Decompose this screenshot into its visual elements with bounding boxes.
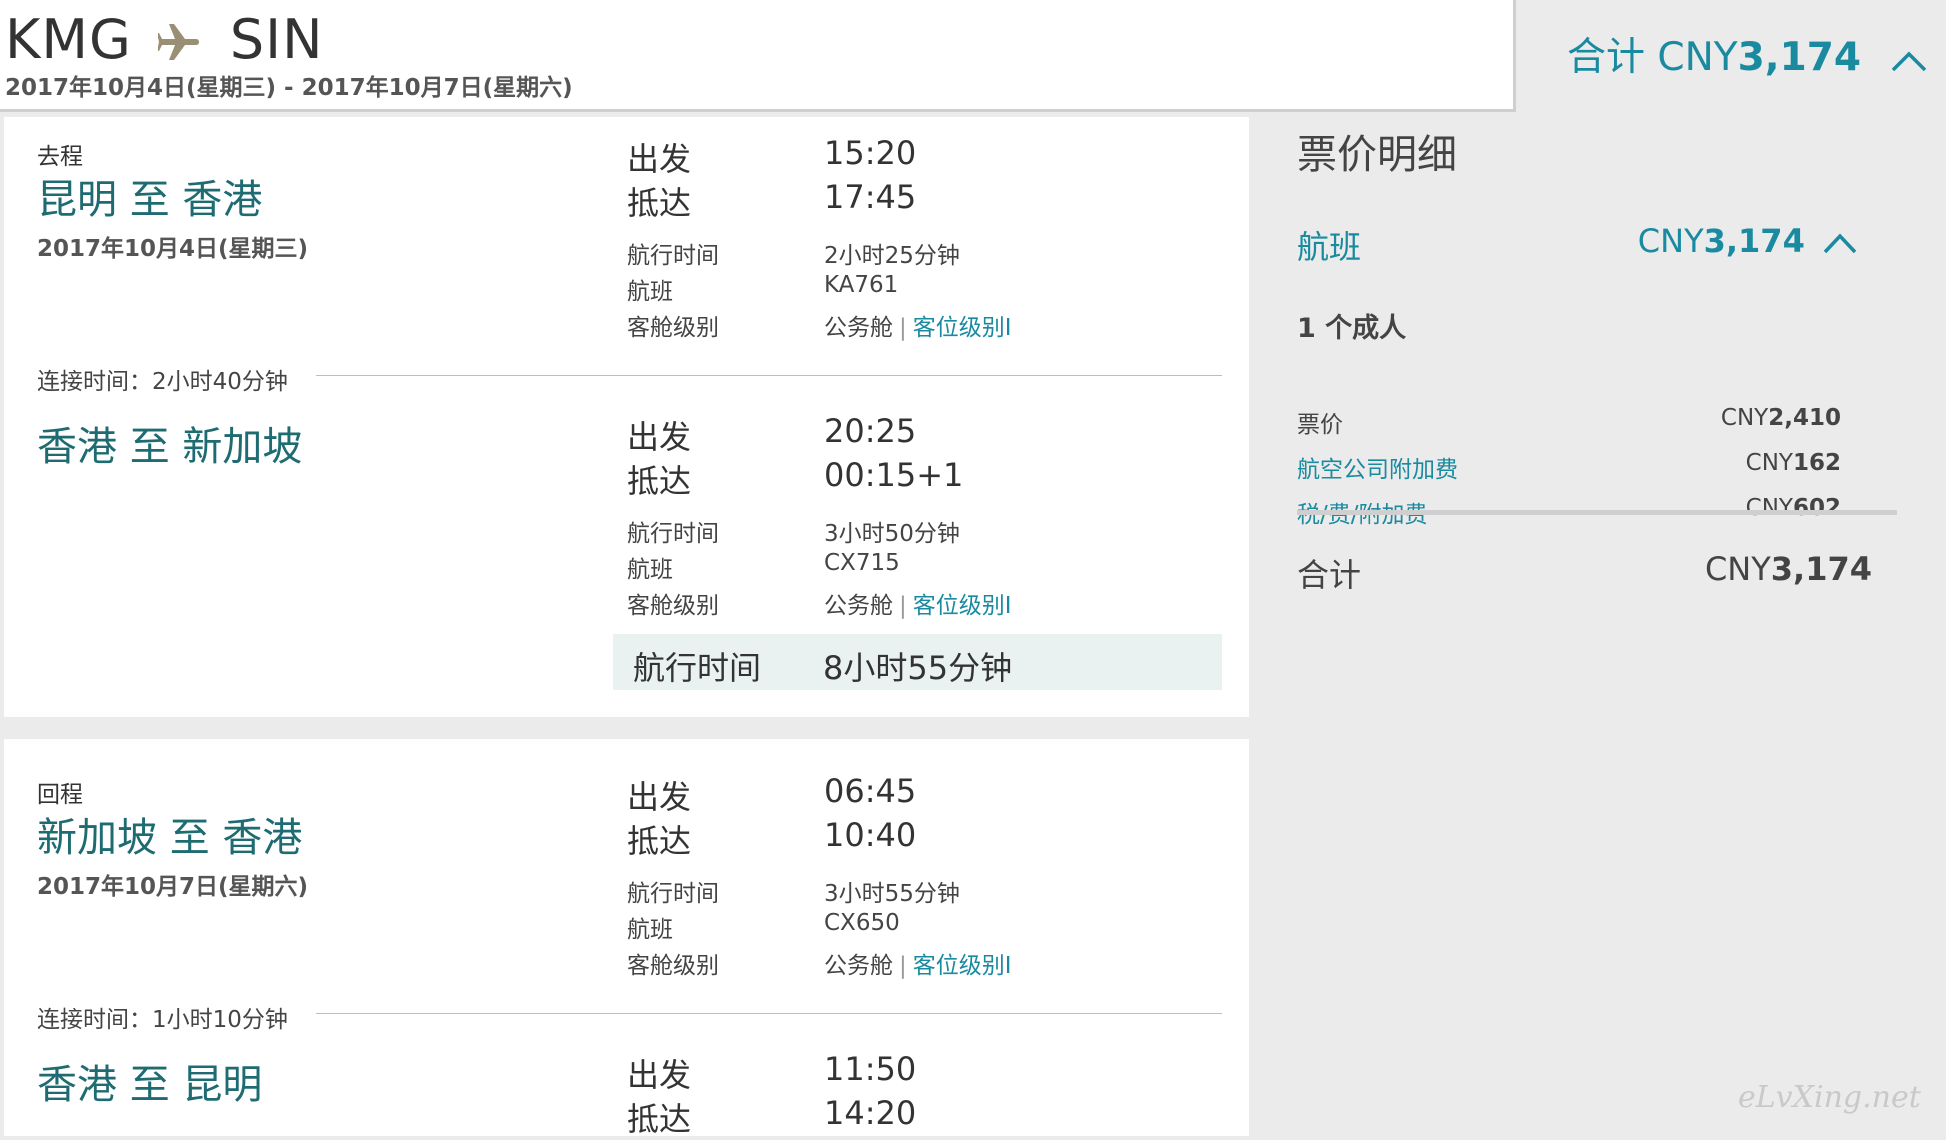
segment-route: 香港 至 昆明 — [37, 1062, 263, 1108]
depart-label: 出发 — [627, 418, 692, 456]
connection-divider — [316, 1013, 1222, 1014]
airplane-icon — [156, 12, 202, 75]
trip-header: KMG SIN 2017年10月4日(星期三) - 2017年10月7日(星期六) — [0, 0, 1516, 112]
cabin-class: 公务舱 — [824, 315, 893, 341]
segment-route: 昆明 至 香港 — [37, 177, 263, 223]
segment-date: 2017年10月7日(星期六) — [37, 874, 309, 900]
outbound-card: 去程 昆明 至 香港 2017年10月4日(星期三) 出发 15:20 抵达 1… — [4, 117, 1249, 717]
chevron-up-icon — [1891, 37, 1927, 82]
price-breakdown-title: 票价明细 — [1297, 132, 1457, 178]
arrive-label: 抵达 — [627, 822, 692, 860]
fee-row-fare: 票价 CNY2,410 — [1297, 405, 1857, 438]
total-duration-label: 航行时间 — [633, 649, 762, 687]
fee-amount: CNY2,410 — [1721, 405, 1841, 431]
return-label: 回程 — [37, 782, 83, 808]
cabin-label: 客舱级别 — [627, 953, 719, 979]
price-breakdown-panel: 票价明细 航班 CNY3,174 1 个成人 票价 CNY2,410 航空公司附… — [1252, 112, 1946, 1136]
flight-price-amount[interactable]: CNY3,174 — [1638, 222, 1857, 262]
separator: | — [899, 593, 907, 619]
total-divider — [1297, 510, 1897, 515]
amount: 3,174 — [1770, 550, 1872, 588]
cabin-value: 公务舱 | 客位级别I — [824, 946, 1012, 980]
flight-number: CX650 — [824, 910, 900, 936]
flight-label: 航班 — [627, 557, 673, 583]
duration-value: 2小时25分钟 — [824, 243, 960, 269]
total-toggle[interactable]: 合计 CNY3,174 — [1519, 0, 1946, 112]
depart-label: 出发 — [627, 1056, 692, 1094]
flight-label: 航班 — [627, 917, 673, 943]
trip-dates: 2017年10月4日(星期三) - 2017年10月7日(星期六) — [5, 75, 573, 101]
currency: CNY — [1720, 405, 1769, 431]
segment-route: 新加坡 至 香港 — [37, 815, 303, 861]
fee-amount: CNY602 — [1746, 495, 1841, 521]
cabin-class-link[interactable]: 客位级别I — [913, 953, 1012, 979]
fee-amount: CNY162 — [1746, 450, 1841, 476]
chevron-up-icon — [1823, 224, 1857, 262]
destination-code: SIN — [229, 8, 324, 71]
arrive-time: 10:40 — [824, 816, 917, 854]
depart-time: 11:50 — [824, 1050, 917, 1088]
cabin-class-link[interactable]: 客位级别I — [913, 593, 1012, 619]
duration-value: 3小时55分钟 — [824, 881, 960, 907]
currency: CNY — [1745, 450, 1793, 476]
arrive-label: 抵达 — [627, 184, 692, 222]
duration-label: 航行时间 — [627, 243, 719, 269]
depart-label: 出发 — [627, 140, 692, 178]
total-amount: 3,174 — [1737, 35, 1862, 80]
cabin-label: 客舱级别 — [627, 315, 719, 341]
connection-time: 连接时间：1小时10分钟 — [37, 1007, 288, 1033]
depart-time: 20:25 — [824, 412, 917, 450]
segment-date: 2017年10月4日(星期三) — [37, 236, 309, 262]
watermark: eLvXing.net — [1738, 1080, 1921, 1115]
currency: CNY — [1745, 495, 1793, 521]
connection-time: 连接时间：2小时40分钟 — [37, 369, 288, 395]
airline-surcharge-link[interactable]: 航空公司附加费 — [1297, 450, 1458, 484]
total-duration-bar: 航行时间 8小时55分钟 — [613, 634, 1222, 690]
duration-label: 航行时间 — [627, 881, 719, 907]
cabin-class: 公务舱 — [824, 593, 893, 619]
arrive-time: 00:15+1 — [824, 456, 964, 494]
fee-label: 票价 — [1297, 412, 1343, 438]
segment-route: 香港 至 新加坡 — [37, 424, 303, 470]
amount: 3,174 — [1703, 222, 1805, 260]
flight-number: KA761 — [824, 272, 899, 298]
cabin-label: 客舱级别 — [627, 593, 719, 619]
arrive-time: 17:45 — [824, 178, 917, 216]
depart-time: 06:45 — [824, 772, 917, 810]
currency: CNY — [1637, 222, 1704, 260]
duration-value: 3小时50分钟 — [824, 521, 960, 547]
flight-number: CX715 — [824, 550, 900, 576]
return-card: 回程 新加坡 至 香港 2017年10月7日(星期六) 出发 06:45 抵达 … — [4, 739, 1249, 1138]
cabin-value: 公务舱 | 客位级别I — [824, 308, 1012, 342]
route-title: KMG SIN — [5, 8, 323, 75]
fee-row-airline-surcharge: 航空公司附加费 CNY162 — [1297, 450, 1857, 483]
total-prefix: 合计 CNY — [1567, 35, 1738, 80]
origin-code: KMG — [5, 8, 132, 71]
separator: | — [899, 315, 907, 341]
cabin-class: 公务舱 — [824, 953, 893, 979]
duration-label: 航行时间 — [627, 521, 719, 547]
amount: 162 — [1792, 450, 1841, 476]
total-amount: CNY3,174 — [1705, 550, 1872, 588]
outbound-label: 去程 — [37, 144, 83, 170]
flight-label: 航班 — [627, 279, 673, 305]
currency: CNY — [1704, 550, 1771, 588]
total-duration-value: 8小时55分钟 — [823, 649, 1013, 687]
separator: | — [899, 953, 907, 979]
connection-divider — [316, 375, 1222, 376]
arrive-label: 抵达 — [627, 462, 692, 500]
cabin-class-link[interactable]: 客位级别I — [913, 315, 1012, 341]
arrive-time: 14:20 — [824, 1094, 917, 1132]
depart-label: 出发 — [627, 778, 692, 816]
total-label: 合计 — [1297, 556, 1362, 594]
depart-time: 15:20 — [824, 134, 917, 172]
flight-price-toggle[interactable]: 航班 — [1297, 222, 1361, 268]
cabin-value: 公务舱 | 客位级别I — [824, 586, 1012, 620]
arrive-label: 抵达 — [627, 1100, 692, 1138]
amount: 602 — [1792, 495, 1841, 521]
amount: 2,410 — [1768, 405, 1841, 431]
fee-row — [1297, 292, 1857, 322]
